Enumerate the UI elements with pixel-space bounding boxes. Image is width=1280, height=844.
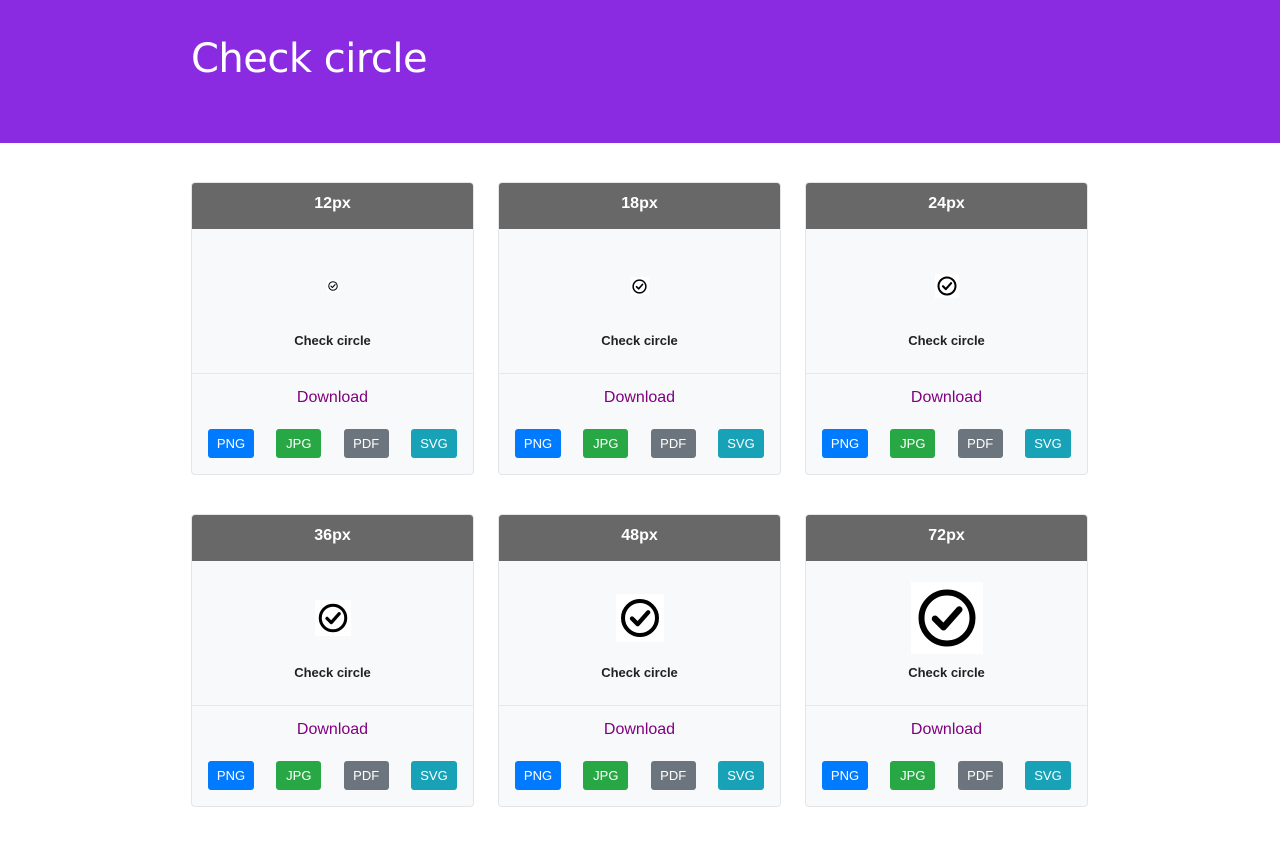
download-svg-button[interactable]: SVG (717, 429, 764, 458)
icon-card-24px: 24px Check circle Download PNG JPG PDF S… (805, 182, 1088, 475)
download-buttons: PNG JPG PDF SVG (822, 761, 1071, 790)
download-jpg-button[interactable]: JPG (276, 761, 322, 790)
card-size-heading: 24px (806, 183, 1087, 229)
icon-name-label: Check circle (908, 665, 985, 680)
icon-name-label: Check circle (601, 333, 678, 348)
card-footer: Download PNG JPG PDF SVG (192, 706, 473, 806)
card-footer: Download PNG JPG PDF SVG (192, 374, 473, 474)
icon-name-label: Check circle (294, 665, 371, 680)
download-pdf-button[interactable]: PDF (957, 761, 1003, 790)
download-buttons: PNG JPG PDF SVG (822, 429, 1071, 458)
download-png-button[interactable]: PNG (515, 429, 561, 458)
download-jpg-button[interactable]: JPG (276, 429, 322, 458)
card-size-heading: 36px (192, 515, 473, 561)
download-buttons: PNG JPG PDF SVG (208, 429, 457, 458)
card-footer: Download PNG JPG PDF SVG (806, 706, 1087, 806)
card-preview: Check circle (499, 229, 780, 374)
download-jpg-button[interactable]: JPG (583, 429, 629, 458)
icon-name-label: Check circle (908, 333, 985, 348)
download-pdf-button[interactable]: PDF (343, 761, 389, 790)
check-circle-icon (630, 277, 649, 295)
icon-name-label: Check circle (294, 333, 371, 348)
download-heading: Download (603, 721, 676, 738)
download-buttons: PNG JPG PDF SVG (515, 761, 764, 790)
download-heading: Download (910, 721, 983, 738)
card-size-heading: 48px (499, 515, 780, 561)
icon-card-48px: 48px Check circle Download PNG JPG PDF S… (498, 514, 781, 807)
card-footer: Download PNG JPG PDF SVG (499, 706, 780, 806)
download-heading: Download (910, 389, 983, 406)
download-svg-button[interactable]: SVG (410, 429, 457, 458)
card-preview: Check circle (192, 229, 473, 374)
download-buttons: PNG JPG PDF SVG (208, 761, 457, 790)
download-svg-button[interactable]: SVG (410, 761, 457, 790)
download-svg-button[interactable]: SVG (1024, 761, 1071, 790)
download-png-button[interactable]: PNG (208, 429, 254, 458)
icon-card-12px: 12px Check circle Download PNG JPG PDF S… (191, 182, 474, 475)
download-png-button[interactable]: PNG (208, 761, 254, 790)
download-svg-button[interactable]: SVG (717, 761, 764, 790)
icon-card-18px: 18px Check circle Download PNG JPG PDF S… (498, 182, 781, 475)
download-pdf-button[interactable]: PDF (343, 429, 389, 458)
download-png-button[interactable]: PNG (515, 761, 561, 790)
download-jpg-button[interactable]: JPG (890, 761, 936, 790)
download-heading: Download (296, 389, 369, 406)
check-circle-icon (910, 582, 983, 654)
check-circle-icon (615, 594, 664, 642)
icon-card-36px: 36px Check circle Download PNG JPG PDF S… (191, 514, 474, 807)
download-heading: Download (603, 389, 676, 406)
download-svg-button[interactable]: SVG (1024, 429, 1071, 458)
check-circle-icon (934, 274, 959, 298)
download-pdf-button[interactable]: PDF (650, 429, 696, 458)
download-png-button[interactable]: PNG (822, 761, 868, 790)
download-png-button[interactable]: PNG (822, 429, 868, 458)
download-pdf-button[interactable]: PDF (650, 761, 696, 790)
download-jpg-button[interactable]: JPG (583, 761, 629, 790)
download-heading: Download (296, 721, 369, 738)
card-preview: Check circle (192, 561, 473, 706)
page-title: Check circle (191, 36, 428, 82)
check-circle-icon (314, 600, 351, 636)
page-header: Check circle (0, 0, 1280, 143)
icon-size-grid: 12px Check circle Download PNG JPG PDF S… (191, 182, 1089, 807)
card-footer: Download PNG JPG PDF SVG (499, 374, 780, 474)
card-size-heading: 18px (499, 183, 780, 229)
card-footer: Download PNG JPG PDF SVG (806, 374, 1087, 474)
card-preview: Check circle (806, 561, 1087, 706)
card-size-heading: 72px (806, 515, 1087, 561)
card-preview: Check circle (806, 229, 1087, 374)
download-buttons: PNG JPG PDF SVG (515, 429, 764, 458)
download-jpg-button[interactable]: JPG (890, 429, 936, 458)
download-pdf-button[interactable]: PDF (957, 429, 1003, 458)
check-circle-icon (326, 280, 339, 292)
card-preview: Check circle (499, 561, 780, 706)
icon-card-72px: 72px Check circle Download PNG JPG PDF S… (805, 514, 1088, 807)
card-size-heading: 12px (192, 183, 473, 229)
icon-name-label: Check circle (601, 665, 678, 680)
